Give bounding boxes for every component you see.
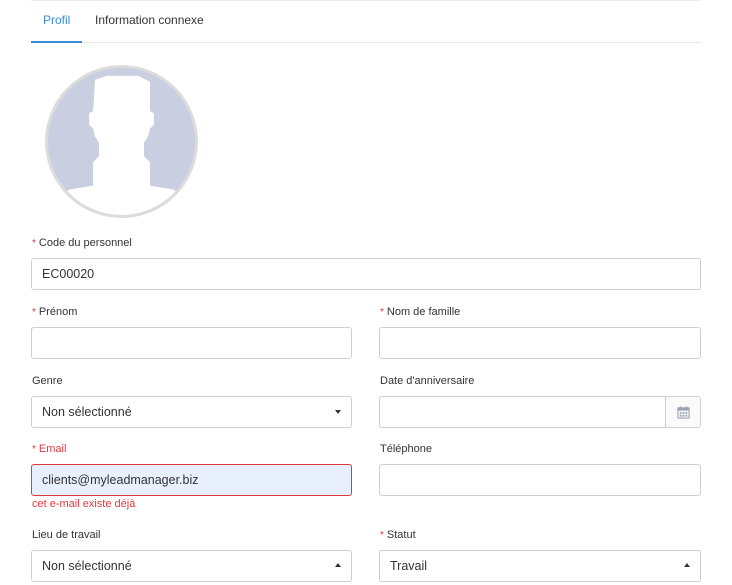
statut-label: * Statut bbox=[380, 529, 416, 541]
nom-famille-input[interactable] bbox=[379, 327, 701, 359]
code-value: EC00020 bbox=[42, 267, 95, 281]
statut-value: Travail bbox=[390, 559, 428, 573]
required-marker: * bbox=[380, 530, 384, 541]
calendar-icon bbox=[676, 405, 690, 419]
email-label: * Email bbox=[32, 443, 67, 455]
avatar[interactable] bbox=[45, 65, 198, 218]
prenom-input[interactable] bbox=[31, 327, 352, 359]
lieu-label: Lieu de travail bbox=[32, 529, 101, 541]
code-personnel-input[interactable]: EC00020 bbox=[31, 258, 701, 290]
tab-bar: Profil Information connexe bbox=[31, 0, 701, 43]
code-label: * Code du personnel bbox=[32, 237, 132, 249]
chevron-up-icon bbox=[335, 563, 341, 567]
chevron-down-icon bbox=[335, 410, 341, 414]
genre-label: Genre bbox=[32, 375, 63, 387]
date-anniversaire-input[interactable] bbox=[379, 396, 701, 428]
date-label: Date d'anniversaire bbox=[380, 375, 475, 387]
genre-value: Non sélectionné bbox=[42, 405, 132, 419]
nom-label: * Nom de famille bbox=[380, 306, 461, 318]
prenom-label: * Prénom bbox=[32, 306, 78, 318]
required-marker: * bbox=[32, 238, 36, 249]
required-marker: * bbox=[380, 307, 384, 318]
email-error-message: cet e-mail existe déjà bbox=[32, 498, 136, 510]
tab-information-connexe[interactable]: Information connexe bbox=[95, 13, 204, 27]
telephone-input[interactable] bbox=[379, 464, 701, 496]
lieu-value: Non sélectionné bbox=[42, 559, 132, 573]
lieu-travail-select[interactable]: Non sélectionné bbox=[31, 550, 352, 582]
user-silhouette-icon bbox=[48, 68, 195, 215]
tab-profil[interactable]: Profil bbox=[43, 13, 70, 27]
active-tab-indicator bbox=[31, 41, 82, 43]
required-marker: * bbox=[32, 444, 36, 455]
calendar-button[interactable] bbox=[665, 397, 700, 427]
email-field[interactable]: clients@myleadmanager.biz bbox=[31, 464, 352, 496]
chevron-up-icon bbox=[684, 563, 690, 567]
email-value: clients@myleadmanager.biz bbox=[42, 473, 199, 487]
genre-select[interactable]: Non sélectionné bbox=[31, 396, 352, 428]
telephone-label: Téléphone bbox=[380, 443, 432, 455]
required-marker: * bbox=[32, 307, 36, 318]
statut-select[interactable]: Travail bbox=[379, 550, 701, 582]
